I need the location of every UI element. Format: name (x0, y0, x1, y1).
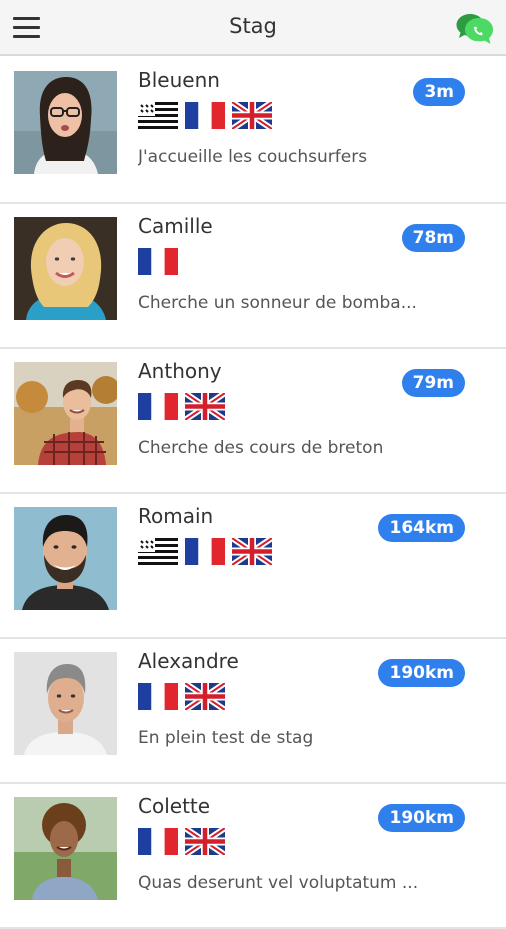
avatar (14, 71, 117, 174)
france-flag-icon (185, 538, 225, 565)
uk-flag-icon (185, 828, 225, 855)
app-bar: Stag (0, 0, 506, 56)
breton-flag-icon (138, 538, 178, 565)
distance-badge: 78m (401, 224, 465, 252)
distance-badge: 190km (378, 659, 465, 687)
avatar (14, 217, 117, 320)
user-message: Cherche des cours de breton (138, 438, 384, 458)
user-message: Quas deserunt vel voluptatum ... (138, 873, 419, 893)
list-item[interactable]: Bleuenn J'accueille les couchsurfers 3m (0, 58, 506, 204)
uk-flag-icon (185, 393, 225, 420)
user-message: En plein test de stag (138, 728, 314, 748)
uk-flag-icon (232, 538, 272, 565)
user-message: Cherche un sonneur de bomba... (138, 293, 417, 313)
language-flags (138, 393, 225, 421)
uk-flag-icon (232, 102, 272, 129)
avatar (14, 362, 117, 465)
language-flags (138, 683, 225, 711)
france-flag-icon (138, 828, 178, 855)
france-flag-icon (138, 683, 178, 710)
chat-bubbles-icon[interactable] (456, 10, 494, 48)
france-flag-icon (138, 393, 178, 420)
language-flags (138, 828, 225, 856)
language-flags (138, 538, 272, 566)
distance-badge: 164km (378, 514, 465, 542)
user-message: J'accueille les couchsurfers (138, 147, 368, 167)
list-item[interactable]: Alexandre En plein test de stag 190km (0, 639, 506, 784)
distance-badge: 79m (401, 369, 465, 397)
user-name: Anthony (138, 359, 222, 383)
user-name: Alexandre (138, 649, 239, 673)
list-item[interactable]: Camille Cherche un sonneur de bomba... 7… (0, 204, 506, 349)
breton-flag-icon (138, 102, 178, 129)
france-flag-icon (185, 102, 225, 129)
user-name: Bleuenn (138, 68, 220, 92)
list-item[interactable]: Colette Quas deserunt vel voluptatum ...… (0, 784, 506, 929)
list-item[interactable]: Romain 164km (0, 494, 506, 639)
user-name: Romain (138, 504, 214, 528)
page-title: Stag (229, 14, 277, 38)
france-flag-icon (138, 248, 178, 275)
user-name: Camille (138, 214, 213, 238)
user-list: Bleuenn J'accueille les couchsurfers 3m (0, 58, 506, 929)
avatar (14, 652, 117, 755)
list-item[interactable]: Anthony Cherche des cours de breton 79m (0, 349, 506, 494)
language-flags (138, 248, 178, 276)
avatar (14, 797, 117, 900)
user-name: Colette (138, 794, 211, 818)
distance-badge: 3m (413, 78, 465, 106)
uk-flag-icon (185, 683, 225, 710)
avatar (14, 507, 117, 610)
language-flags (138, 102, 272, 130)
distance-badge: 190km (378, 804, 465, 832)
